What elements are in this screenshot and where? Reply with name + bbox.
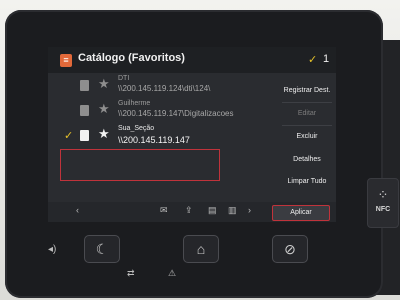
entry-name: DTI	[118, 75, 130, 82]
server-icon[interactable]: ▥	[228, 205, 237, 216]
list-item[interactable]: ★ DTI \\200.145.119.124\dti\124\	[48, 75, 276, 99]
check-icon: ✓	[308, 54, 318, 66]
document-icon	[80, 80, 89, 91]
selected-count: 1	[323, 53, 330, 65]
home-button[interactable]: ⌂	[183, 235, 219, 263]
entry-address: \\200.145.119.147\Digitalizacoes	[118, 109, 234, 118]
list-item-selected[interactable]: ✓ ★ Sua_Seção \\200.145.119.147	[48, 125, 276, 149]
clear-all-button[interactable]: Limpar Tudo	[278, 178, 336, 185]
address-book-icon: ≡	[60, 54, 72, 67]
volume-icon[interactable]: ◂)	[48, 244, 56, 255]
list-item[interactable]: ★ Guilherme \\200.145.119.147\Digitaliza…	[48, 100, 276, 124]
check-icon: ✓	[64, 130, 74, 142]
chevron-right-icon[interactable]: ›	[248, 205, 251, 215]
entry-name: Guilherme	[118, 100, 151, 107]
page-title: Catálogo (Favoritos)	[78, 52, 185, 64]
share-icon[interactable]: ⇪	[185, 205, 193, 216]
edit-button[interactable]: Editar	[278, 110, 336, 117]
apply-button[interactable]: Aplicar	[272, 205, 330, 221]
delete-button[interactable]: Excluir	[278, 133, 336, 140]
details-button[interactable]: Detalhes	[278, 156, 336, 163]
chevron-left-icon[interactable]: ‹	[76, 205, 79, 215]
warning-icon: ⚠	[168, 268, 177, 278]
title-bar: ≡ Catálogo (Favoritos) ✓ 1	[48, 47, 336, 73]
stop-button[interactable]: ⊘	[272, 235, 308, 263]
sleep-button[interactable]: ☾	[84, 235, 120, 263]
document-icon	[80, 105, 89, 116]
nfc-label: NFC	[375, 206, 391, 213]
nfc-icon: ⁘	[377, 187, 389, 202]
selection-highlight	[60, 149, 220, 181]
entry-address: \\200.145.119.124\dti\124\	[118, 84, 211, 93]
destination-list: ★ DTI \\200.145.119.124\dti\124\ ★ Guilh…	[48, 75, 276, 205]
divider	[282, 102, 332, 103]
entry-name: Sua_Seção	[118, 125, 155, 132]
mail-icon[interactable]: ✉	[160, 205, 168, 216]
data-indicator-icon: ⇄	[127, 268, 135, 278]
bottom-bar: ‹ ✉ ⇪ ▤ ▥ › Aplicar	[48, 202, 336, 222]
touch-screen: ≡ Catálogo (Favoritos) ✓ 1 ★ DTI \\200.1…	[48, 47, 336, 222]
nfc-reader: ⁘ NFC	[367, 178, 399, 228]
entry-address: \\200.145.119.147	[118, 135, 190, 145]
register-destination-button[interactable]: Registrar Dest.	[278, 87, 336, 94]
star-icon: ★	[98, 126, 110, 141]
star-icon: ★	[98, 76, 110, 91]
divider	[282, 125, 332, 126]
document-icon	[80, 130, 89, 141]
folder-icon[interactable]: ▤	[208, 205, 217, 216]
star-icon: ★	[98, 101, 110, 116]
